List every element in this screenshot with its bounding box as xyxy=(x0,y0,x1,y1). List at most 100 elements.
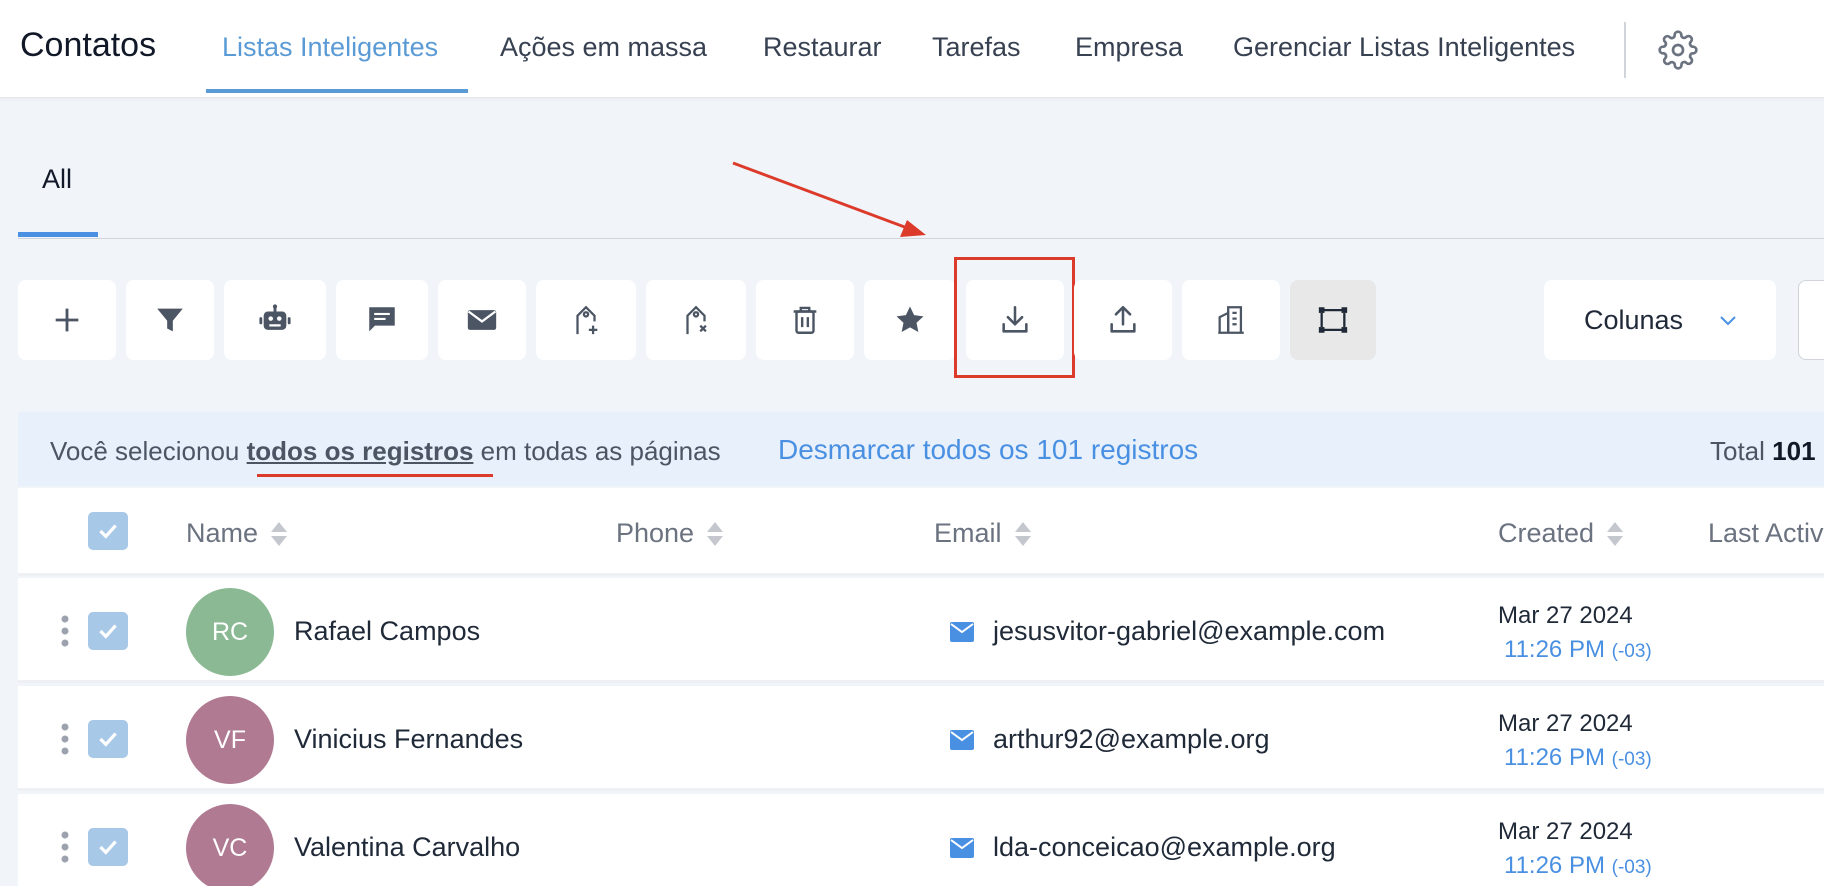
drag-handle-icon[interactable] xyxy=(60,722,70,756)
contact-name[interactable]: Rafael Campos xyxy=(294,616,480,647)
trash-icon xyxy=(793,306,817,334)
add-contact-button[interactable] xyxy=(18,280,116,360)
mail-icon xyxy=(950,622,974,642)
total-label: Total xyxy=(1710,436,1773,466)
selection-text-after: em todas as páginas xyxy=(473,436,721,466)
tab-gerenciar-listas[interactable]: Gerenciar Listas Inteligentes xyxy=(1233,32,1575,63)
contact-email: arthur92@example.org xyxy=(993,724,1270,754)
sort-icon xyxy=(271,521,288,546)
contact-email: jesusvitor-gabriel@example.com xyxy=(993,616,1386,646)
filter-icon xyxy=(157,308,183,332)
row-checkbox[interactable] xyxy=(88,720,128,758)
column-created[interactable]: Created xyxy=(1498,518,1626,549)
deselect-all-link[interactable]: Desmarcar todos os 101 registros xyxy=(778,434,1198,466)
contact-email: lda-conceicao@example.org xyxy=(993,832,1336,862)
column-email[interactable]: Email xyxy=(934,518,1034,549)
created-time-value: 11:26 PM xyxy=(1504,744,1605,771)
selection-message: Você selecionou todos os registros em to… xyxy=(50,436,721,467)
chevron-down-icon xyxy=(1720,316,1736,326)
column-last-activity-label: Last Activity xyxy=(1708,518,1824,548)
add-tag-button[interactable] xyxy=(536,280,636,360)
drag-handle-icon[interactable] xyxy=(60,614,70,648)
company-button[interactable] xyxy=(1182,280,1280,360)
table-row[interactable]: VC Valentina Carvalho lda-conceicao@exam… xyxy=(18,794,1824,886)
created-time-value: 11:26 PM xyxy=(1504,636,1605,663)
check-icon xyxy=(99,840,117,855)
created-date: Mar 27 2024 xyxy=(1498,710,1633,737)
created-timezone: (-03) xyxy=(1611,857,1652,878)
nav-divider xyxy=(1624,22,1626,78)
column-name[interactable]: Name xyxy=(186,518,290,549)
mail-icon xyxy=(950,730,974,750)
table-row[interactable]: VF Vinicius Fernandes arthur92@example.o… xyxy=(18,686,1824,791)
created-time: 11:26 PM (-03) xyxy=(1504,636,1652,664)
sort-icon xyxy=(1014,521,1031,546)
remove-tag-button[interactable] xyxy=(646,280,746,360)
search-input[interactable] xyxy=(1798,280,1824,360)
subtab-all[interactable]: All xyxy=(42,164,72,195)
tab-tarefas[interactable]: Tarefas xyxy=(932,32,1021,63)
columns-dropdown[interactable]: Colunas xyxy=(1544,280,1776,360)
star-icon xyxy=(896,306,924,333)
tag-remove-icon xyxy=(686,305,707,335)
column-phone[interactable]: Phone xyxy=(616,518,726,549)
row-checkbox[interactable] xyxy=(88,828,128,866)
created-timezone: (-03) xyxy=(1611,749,1652,770)
check-icon xyxy=(99,624,117,639)
building-icon xyxy=(1218,306,1244,334)
column-last-activity[interactable]: Last Activity xyxy=(1708,518,1824,549)
sort-icon xyxy=(1607,521,1624,546)
check-icon xyxy=(99,732,117,747)
created-date: Mar 27 2024 xyxy=(1498,818,1633,845)
subtab-divider xyxy=(18,238,1824,239)
send-sms-button[interactable] xyxy=(336,280,428,360)
tab-acoes-em-massa[interactable]: Ações em massa xyxy=(500,32,707,63)
row-checkbox[interactable] xyxy=(88,612,128,650)
subtab-active-indicator xyxy=(18,232,98,237)
delete-button[interactable] xyxy=(756,280,854,360)
select-frame-icon xyxy=(1318,307,1348,333)
table-row[interactable]: RC Rafael Campos jesusvitor-gabriel@exam… xyxy=(18,578,1824,683)
columns-label: Colunas xyxy=(1584,304,1684,335)
sort-icon xyxy=(707,521,724,546)
robot-icon xyxy=(259,304,291,330)
upload-icon xyxy=(1110,305,1136,333)
automation-button[interactable] xyxy=(224,280,326,360)
column-phone-label: Phone xyxy=(616,518,695,548)
column-name-label: Name xyxy=(186,518,259,548)
app-title: Contatos xyxy=(20,26,157,64)
select-all-checkbox[interactable] xyxy=(88,512,128,550)
check-icon xyxy=(99,524,117,539)
download-icon xyxy=(1002,305,1028,333)
column-created-label: Created xyxy=(1498,518,1595,548)
tag-add-icon xyxy=(576,305,598,335)
created-timezone: (-03) xyxy=(1611,641,1652,662)
favorite-button[interactable] xyxy=(864,280,956,360)
selection-text-before: Você selecionou xyxy=(50,436,247,466)
export-button[interactable] xyxy=(966,280,1064,360)
tab-empresa[interactable]: Empresa xyxy=(1075,32,1183,63)
drag-handle-icon[interactable] xyxy=(60,830,70,864)
total-count: Total 101 xyxy=(1710,436,1816,467)
created-time: 11:26 PM (-03) xyxy=(1504,744,1652,772)
mail-icon xyxy=(950,838,974,858)
send-email-button[interactable] xyxy=(438,280,526,360)
mail-icon xyxy=(467,310,497,330)
contact-name[interactable]: Vinicius Fernandes xyxy=(294,724,523,755)
select-mode-button[interactable] xyxy=(1290,280,1376,360)
tab-restaurar[interactable]: Restaurar xyxy=(763,32,882,63)
avatar: VC xyxy=(186,804,274,886)
total-value: 101 xyxy=(1772,436,1816,466)
tab-listas-inteligentes[interactable]: Listas Inteligentes xyxy=(222,32,438,63)
contact-name[interactable]: Valentina Carvalho xyxy=(294,832,520,863)
filter-button[interactable] xyxy=(126,280,214,360)
import-button[interactable] xyxy=(1074,280,1172,360)
gear-icon[interactable] xyxy=(1658,30,1698,70)
avatar: RC xyxy=(186,588,274,676)
plus-icon xyxy=(55,308,79,332)
column-email-label: Email xyxy=(934,518,1002,548)
chat-icon xyxy=(369,307,395,332)
avatar: VF xyxy=(186,696,274,784)
active-tab-indicator xyxy=(206,89,468,93)
created-time-value: 11:26 PM xyxy=(1504,852,1605,879)
